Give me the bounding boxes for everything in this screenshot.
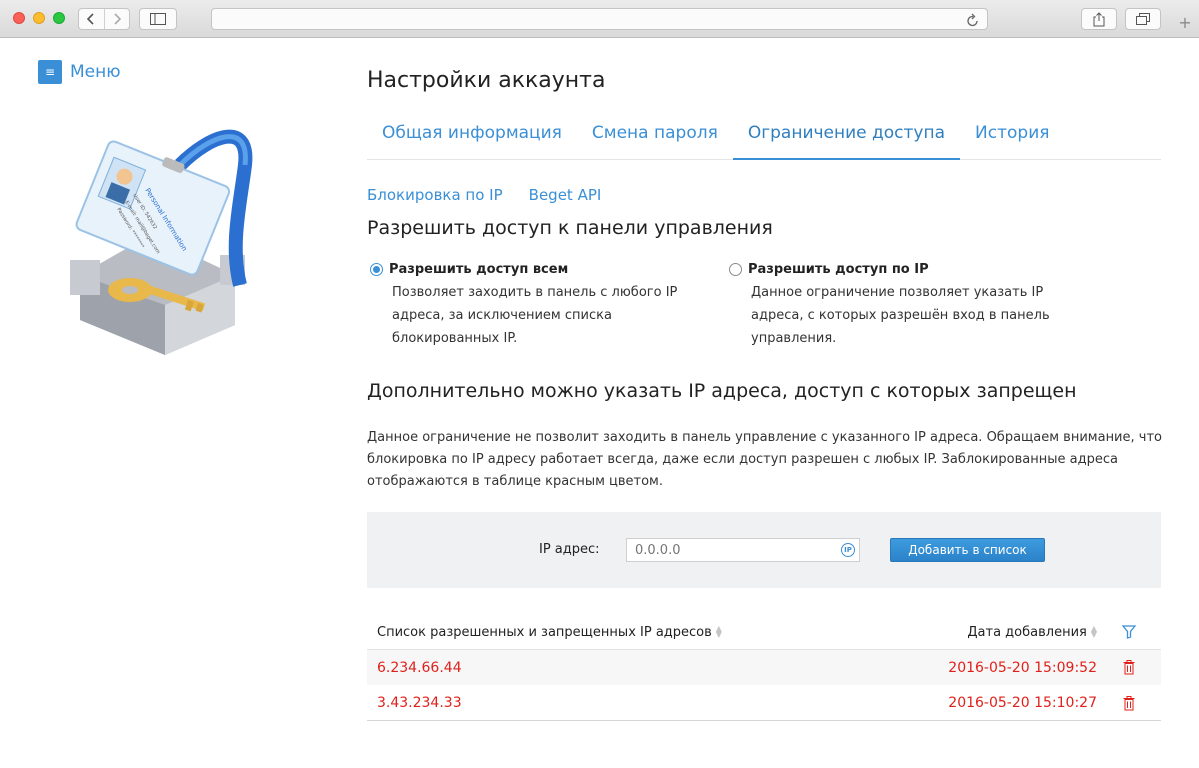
- option-allow-by-ip: Разрешить доступ по IP Данное ограничени…: [729, 262, 1059, 350]
- radio-allow-by-ip[interactable]: [729, 263, 742, 276]
- section-block-description: Данное ограничение не позволит заходить …: [367, 430, 1162, 489]
- sidebar-icon[interactable]: [139, 8, 177, 30]
- subtab-ip-block[interactable]: Блокировка по IP: [367, 186, 503, 204]
- close-window-button[interactable]: [13, 12, 25, 24]
- ip-cell: 6.234.66.44: [377, 659, 462, 676]
- column-ip-header[interactable]: Список разрешенных и запрещенных IP адре…: [367, 625, 947, 640]
- column-date-label: Дата добавления: [967, 624, 1087, 640]
- tab-general-info[interactable]: Общая информация: [367, 115, 577, 160]
- account-illustration: Personal Information User ID: 542632 E-m…: [60, 125, 280, 355]
- ip-input[interactable]: [626, 538, 860, 562]
- ip-badge-icon: IP: [841, 543, 855, 557]
- option-description: Позволяет заходить в панель с любого IP …: [392, 285, 678, 346]
- table-header: Список разрешенных и запрещенных IP адре…: [367, 615, 1161, 650]
- date-cell: 2016-05-20 15:09:52: [948, 659, 1097, 676]
- browser-toolbar: +: [0, 0, 1199, 38]
- table-body: 6.234.66.44 2016-05-20 15:09:52 3.43.234…: [367, 650, 1161, 721]
- option-label[interactable]: Разрешить доступ по IP: [748, 262, 929, 277]
- ip-table: Список разрешенных и запрещенных IP адре…: [367, 615, 1161, 721]
- nav-buttons: [78, 8, 130, 30]
- tab-access-restriction[interactable]: Ограничение доступа: [732, 115, 961, 160]
- radio-allow-all[interactable]: [370, 263, 383, 276]
- option-description: Данное ограничение позволяет указать IP …: [751, 285, 1050, 346]
- section-block-heading: Дополнительно можно указать IP адреса, д…: [367, 380, 1077, 402]
- page-title: Настройки аккаунта: [367, 68, 606, 93]
- filter-icon[interactable]: [1097, 625, 1161, 639]
- section-access-heading: Разрешить доступ к панели управления: [367, 217, 773, 239]
- table-row: 3.43.234.33 2016-05-20 15:10:27: [367, 685, 1161, 720]
- column-ip-label: Список разрешенных и запрещенных IP адре…: [377, 624, 712, 640]
- tab-change-password[interactable]: Смена пароля: [577, 115, 733, 160]
- minimize-window-button[interactable]: [33, 12, 45, 24]
- reload-icon[interactable]: [967, 12, 979, 31]
- ip-add-form: IP адрес: IP Добавить в список: [367, 512, 1161, 588]
- trash-icon[interactable]: [1097, 660, 1161, 675]
- new-tab-icon[interactable]: +: [1171, 8, 1199, 38]
- back-icon[interactable]: [79, 9, 104, 29]
- column-date-header[interactable]: Дата добавления ▲ ▼: [947, 625, 1097, 640]
- share-icon[interactable]: [1081, 8, 1117, 30]
- add-to-list-button[interactable]: Добавить в список: [890, 538, 1045, 562]
- menu-button[interactable]: ≡ Меню: [38, 60, 121, 84]
- option-allow-all: Разрешить доступ всем Позволяет заходить…: [370, 262, 700, 350]
- tab-history[interactable]: История: [960, 115, 1064, 160]
- account-tabs: Общая информация Смена пароля Ограничени…: [367, 115, 1161, 160]
- date-cell: 2016-05-20 15:10:27: [948, 695, 1097, 711]
- table-row: 6.234.66.44 2016-05-20 15:09:52: [367, 650, 1161, 685]
- tabs-icon[interactable]: [1125, 8, 1161, 30]
- ip-cell: 3.43.234.33: [377, 695, 462, 711]
- menu-label: Меню: [70, 62, 121, 82]
- address-bar[interactable]: [211, 8, 988, 30]
- zoom-window-button[interactable]: [53, 12, 65, 24]
- ip-field-label: IP адрес:: [539, 542, 600, 557]
- forward-icon[interactable]: [103, 9, 129, 29]
- menu-icon: ≡: [38, 60, 62, 84]
- sort-icon[interactable]: ▲ ▼: [716, 625, 722, 639]
- subtab-beget-api[interactable]: Beget API: [529, 186, 602, 204]
- trash-icon[interactable]: [1097, 695, 1161, 711]
- sub-tabs: Блокировка по IP Beget API: [367, 186, 601, 204]
- option-label[interactable]: Разрешить доступ всем: [389, 262, 568, 277]
